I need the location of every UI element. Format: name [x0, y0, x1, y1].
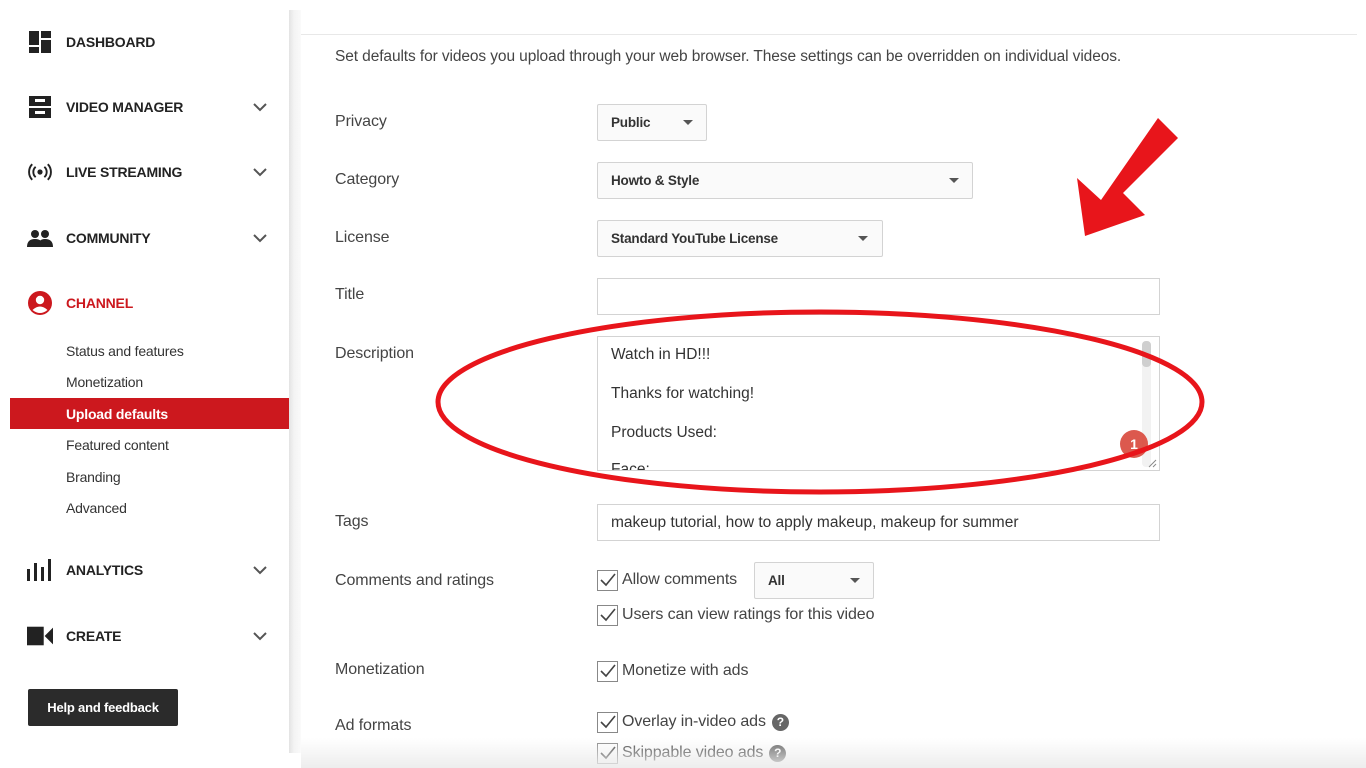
intro-text: Set defaults for videos you upload throu…	[335, 48, 1122, 65]
comments-label: Comments and ratings	[335, 572, 494, 589]
dropdown-caret-icon	[850, 578, 860, 583]
dashboard-icon	[27, 29, 53, 55]
nav-community[interactable]: COMMUNITY	[10, 218, 289, 258]
chevron-down-icon[interactable]	[250, 97, 270, 117]
checkmark-icon	[599, 746, 616, 760]
view-ratings-row: Users can view ratings for this video	[597, 604, 875, 626]
checkmark-icon	[599, 573, 616, 587]
channel-item-featured-content[interactable]: Featured content	[10, 429, 289, 460]
chevron-down-icon[interactable]	[250, 560, 270, 580]
privacy-value: Public	[611, 115, 651, 130]
sidebar: DASHBOARD VIDEO MANAGER LIVE STREAMING C…	[10, 10, 289, 753]
view-ratings-label: Users can view ratings for this video	[622, 606, 875, 623]
channel-item-label: Advanced	[66, 499, 127, 516]
checkmark-icon	[599, 715, 616, 729]
chevron-down-icon[interactable]	[250, 228, 270, 248]
tags-label: Tags	[335, 513, 369, 530]
category-label: Category	[335, 171, 400, 188]
description-line: Watch in HD!!!	[611, 346, 711, 363]
comments-select-value: All	[768, 573, 785, 588]
resize-handle-icon[interactable]	[1147, 458, 1157, 468]
overlay-ads-checkbox[interactable]	[597, 711, 618, 733]
allow-comments-row: Allow comments	[597, 569, 737, 591]
description-line: Products Used:	[611, 424, 717, 441]
nav-channel[interactable]: CHANNEL	[10, 283, 289, 323]
community-icon	[27, 225, 53, 251]
privacy-label: Privacy	[335, 113, 387, 130]
channel-item-monetization[interactable]: Monetization	[10, 366, 289, 397]
skippable-ads-checkbox[interactable]	[597, 742, 618, 764]
description-scrollbar-thumb[interactable]	[1142, 341, 1151, 367]
channel-item-label: Featured content	[66, 436, 169, 453]
nav-video-manager[interactable]: VIDEO MANAGER	[10, 87, 289, 127]
license-value: Standard YouTube License	[611, 231, 778, 246]
channel-item-label: Branding	[66, 468, 121, 485]
nav-community-label: COMMUNITY	[66, 230, 151, 246]
skippable-ads-label: Skippable video ads	[622, 744, 764, 761]
monetization-label: Monetization	[335, 661, 425, 678]
allow-comments-checkbox[interactable]	[597, 569, 618, 591]
monetize-label: Monetize with ads	[622, 662, 749, 679]
description-label: Description	[335, 345, 414, 362]
category-select[interactable]: Howto & Style	[597, 162, 973, 199]
checkmark-icon	[599, 608, 616, 622]
category-value: Howto & Style	[611, 173, 700, 188]
allow-comments-label: Allow comments	[622, 571, 738, 588]
monetize-row: Monetize with ads	[597, 660, 748, 682]
header-divider	[301, 34, 1357, 35]
skippable-ads-row: Skippable video ads ?	[597, 742, 787, 764]
license-label: License	[335, 229, 390, 246]
notification-badge: 1	[1120, 430, 1148, 458]
overlay-ads-row: Overlay in-video ads ?	[597, 711, 789, 733]
live-streaming-icon	[27, 159, 53, 185]
sidebar-divider	[289, 10, 301, 753]
overlay-ads-label: Overlay in-video ads	[622, 713, 766, 730]
channel-icon	[27, 290, 53, 316]
view-ratings-checkbox[interactable]	[597, 604, 618, 626]
nav-dashboard-label: DASHBOARD	[66, 34, 156, 50]
description-textarea[interactable]: Watch in HD!!! Thanks for watching! Prod…	[597, 336, 1160, 471]
monetize-checkbox[interactable]	[597, 660, 618, 682]
chevron-down-icon[interactable]	[250, 626, 270, 646]
create-icon	[27, 623, 53, 649]
video-manager-icon	[27, 94, 53, 120]
help-icon[interactable]: ?	[771, 713, 789, 731]
arrow-icon	[1077, 118, 1178, 236]
privacy-select[interactable]: Public	[597, 104, 707, 141]
analytics-icon	[27, 557, 53, 583]
nav-analytics-label: ANALYTICS	[66, 562, 144, 578]
nav-live-streaming-label: LIVE STREAMING	[66, 164, 183, 180]
tags-value: makeup tutorial, how to apply makeup, ma…	[611, 514, 1019, 531]
bottom-fade	[301, 738, 1366, 768]
description-line: Thanks for watching!	[611, 385, 755, 402]
chevron-down-icon[interactable]	[250, 162, 270, 182]
dropdown-caret-icon	[858, 236, 868, 241]
nav-channel-label: CHANNEL	[66, 295, 134, 311]
nav-create-label: CREATE	[66, 628, 122, 644]
channel-item-upload-defaults[interactable]: Upload defaults	[10, 398, 289, 429]
ad-formats-label: Ad formats	[335, 717, 412, 734]
nav-video-manager-label: VIDEO MANAGER	[66, 99, 184, 115]
channel-item-label: Upload defaults	[66, 405, 169, 422]
checkmark-icon	[599, 664, 616, 678]
title-label: Title	[335, 286, 365, 303]
channel-item-branding[interactable]: Branding	[10, 461, 289, 492]
license-select[interactable]: Standard YouTube License	[597, 220, 883, 257]
dropdown-caret-icon	[949, 178, 959, 183]
nav-dashboard[interactable]: DASHBOARD	[10, 22, 289, 62]
nav-analytics[interactable]: ANALYTICS	[10, 550, 289, 590]
nav-create[interactable]: CREATE	[10, 616, 289, 656]
nav-live-streaming[interactable]: LIVE STREAMING	[10, 152, 289, 192]
title-input[interactable]	[597, 278, 1160, 315]
channel-item-label: Monetization	[66, 373, 143, 390]
channel-item-advanced[interactable]: Advanced	[10, 492, 289, 523]
comments-select[interactable]: All	[754, 562, 874, 599]
dropdown-caret-icon	[683, 120, 693, 125]
help-and-feedback-button[interactable]: Help and feedback	[28, 689, 178, 726]
description-line: Face:	[611, 461, 650, 471]
channel-item-label: Status and features	[66, 342, 184, 359]
channel-item-status-and-features[interactable]: Status and features	[10, 335, 289, 366]
help-icon[interactable]: ?	[769, 744, 787, 762]
tags-input[interactable]: makeup tutorial, how to apply makeup, ma…	[597, 504, 1160, 541]
